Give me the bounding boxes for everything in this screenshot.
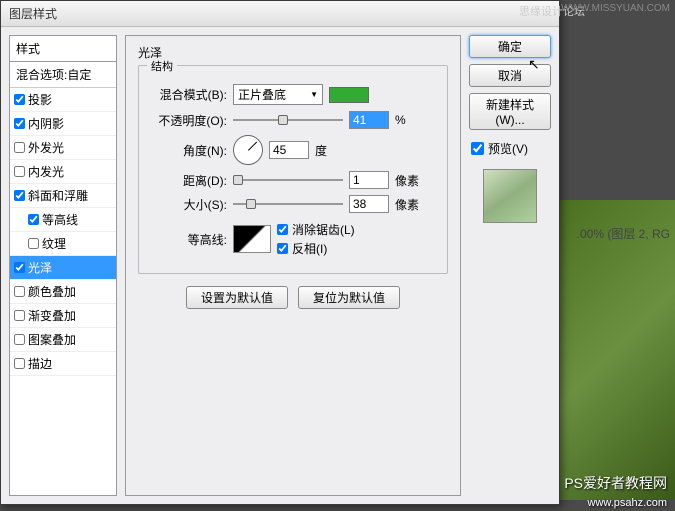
style-checkbox[interactable]	[14, 334, 25, 345]
ok-button[interactable]: 确定	[469, 35, 551, 58]
distance-slider[interactable]	[233, 173, 343, 187]
style-item-5[interactable]: 等高线	[10, 208, 116, 232]
settings-panel: 光泽 结构 混合模式(B): 正片叠底 ▼ 不透明度(O): 41	[125, 35, 461, 496]
contour-picker[interactable]	[233, 225, 271, 253]
style-checkbox[interactable]	[28, 238, 39, 249]
style-item-2[interactable]: 外发光	[10, 136, 116, 160]
opacity-label: 不透明度(O):	[147, 112, 227, 129]
style-checkbox[interactable]	[14, 166, 25, 177]
distance-input[interactable]: 1	[349, 171, 389, 189]
style-label: 投影	[28, 91, 52, 108]
style-label: 等高线	[42, 211, 78, 228]
style-label: 斜面和浮雕	[28, 187, 88, 204]
dialog-buttons: 确定 取消 新建样式(W)... 预览(V)	[469, 35, 551, 496]
preview-swatch	[483, 169, 537, 223]
angle-input[interactable]: 45	[269, 141, 309, 159]
style-item-11[interactable]: 描边	[10, 352, 116, 376]
bg-doc-title: .00% (图层 2, RG	[577, 225, 670, 242]
set-default-button[interactable]: 设置为默认值	[186, 286, 288, 309]
angle-label: 角度(N):	[147, 142, 227, 159]
cursor-icon: ↖	[528, 56, 540, 73]
style-label: 纹理	[42, 235, 66, 252]
style-label: 渐变叠加	[28, 307, 76, 324]
style-checkbox[interactable]	[14, 142, 25, 153]
titlebar[interactable]: 图层样式	[1, 1, 559, 27]
blend-mode-value: 正片叠底	[238, 86, 286, 103]
style-checkbox[interactable]	[14, 118, 25, 129]
layer-style-dialog: 图层样式 样式 混合选项:自定 投影内阴影外发光内发光斜面和浮雕等高线纹理光泽颜…	[0, 0, 560, 505]
group-title: 结构	[147, 58, 177, 74]
style-item-8[interactable]: 颜色叠加	[10, 280, 116, 304]
style-label: 外发光	[28, 139, 64, 156]
style-item-0[interactable]: 投影	[10, 88, 116, 112]
style-label: 描边	[28, 355, 52, 372]
style-checkbox[interactable]	[14, 262, 25, 273]
size-label: 大小(S):	[147, 196, 227, 213]
reset-default-button[interactable]: 复位为默认值	[298, 286, 400, 309]
size-input[interactable]: 38	[349, 195, 389, 213]
watermark-bottom-url: www.psahz.com	[588, 497, 667, 509]
antialias-label: 消除锯齿(L)	[292, 221, 355, 238]
distance-unit: 像素	[395, 172, 419, 189]
style-item-7[interactable]: 光泽	[10, 256, 116, 280]
opacity-unit: %	[395, 113, 406, 127]
new-style-button[interactable]: 新建样式(W)...	[469, 93, 551, 130]
opacity-slider[interactable]	[233, 113, 343, 127]
style-checkbox[interactable]	[14, 190, 25, 201]
style-item-6[interactable]: 纹理	[10, 232, 116, 256]
antialias-checkbox[interactable]	[277, 224, 288, 235]
blend-options-header[interactable]: 混合选项:自定	[10, 62, 116, 88]
watermark-top-url: WWW.MISSYUAN.COM	[561, 3, 670, 14]
dialog-title: 图层样式	[9, 5, 57, 22]
watermark-bottom: PS爱好者教程网	[564, 473, 667, 493]
styles-header[interactable]: 样式	[10, 36, 116, 62]
style-checkbox[interactable]	[14, 358, 25, 369]
background-photo	[555, 200, 675, 500]
angle-unit: 度	[315, 142, 327, 159]
color-swatch[interactable]	[329, 87, 369, 103]
section-title: 光泽	[138, 44, 448, 61]
style-checkbox[interactable]	[28, 214, 39, 225]
structure-group: 结构 混合模式(B): 正片叠底 ▼ 不透明度(O): 41 %	[138, 65, 448, 274]
size-slider[interactable]	[233, 197, 343, 211]
style-item-3[interactable]: 内发光	[10, 160, 116, 184]
blend-mode-label: 混合模式(B):	[147, 86, 227, 103]
style-item-9[interactable]: 渐变叠加	[10, 304, 116, 328]
blend-mode-dropdown[interactable]: 正片叠底 ▼	[233, 84, 323, 105]
style-item-1[interactable]: 内阴影	[10, 112, 116, 136]
style-label: 颜色叠加	[28, 283, 76, 300]
distance-label: 距离(D):	[147, 172, 227, 189]
invert-label: 反相(I)	[292, 240, 327, 257]
styles-list-panel: 样式 混合选项:自定 投影内阴影外发光内发光斜面和浮雕等高线纹理光泽颜色叠加渐变…	[9, 35, 117, 496]
style-item-4[interactable]: 斜面和浮雕	[10, 184, 116, 208]
style-item-10[interactable]: 图案叠加	[10, 328, 116, 352]
chevron-down-icon: ▼	[310, 90, 318, 99]
preview-label: 预览(V)	[488, 140, 528, 157]
style-label: 内阴影	[28, 115, 64, 132]
style-label: 内发光	[28, 163, 64, 180]
style-label: 图案叠加	[28, 331, 76, 348]
preview-checkbox[interactable]	[471, 142, 484, 155]
size-unit: 像素	[395, 196, 419, 213]
style-checkbox[interactable]	[14, 94, 25, 105]
style-label: 光泽	[28, 259, 52, 276]
invert-checkbox[interactable]	[277, 243, 288, 254]
opacity-input[interactable]: 41	[349, 111, 389, 129]
contour-label: 等高线:	[147, 231, 227, 248]
style-checkbox[interactable]	[14, 286, 25, 297]
style-checkbox[interactable]	[14, 310, 25, 321]
angle-dial[interactable]	[233, 135, 263, 165]
